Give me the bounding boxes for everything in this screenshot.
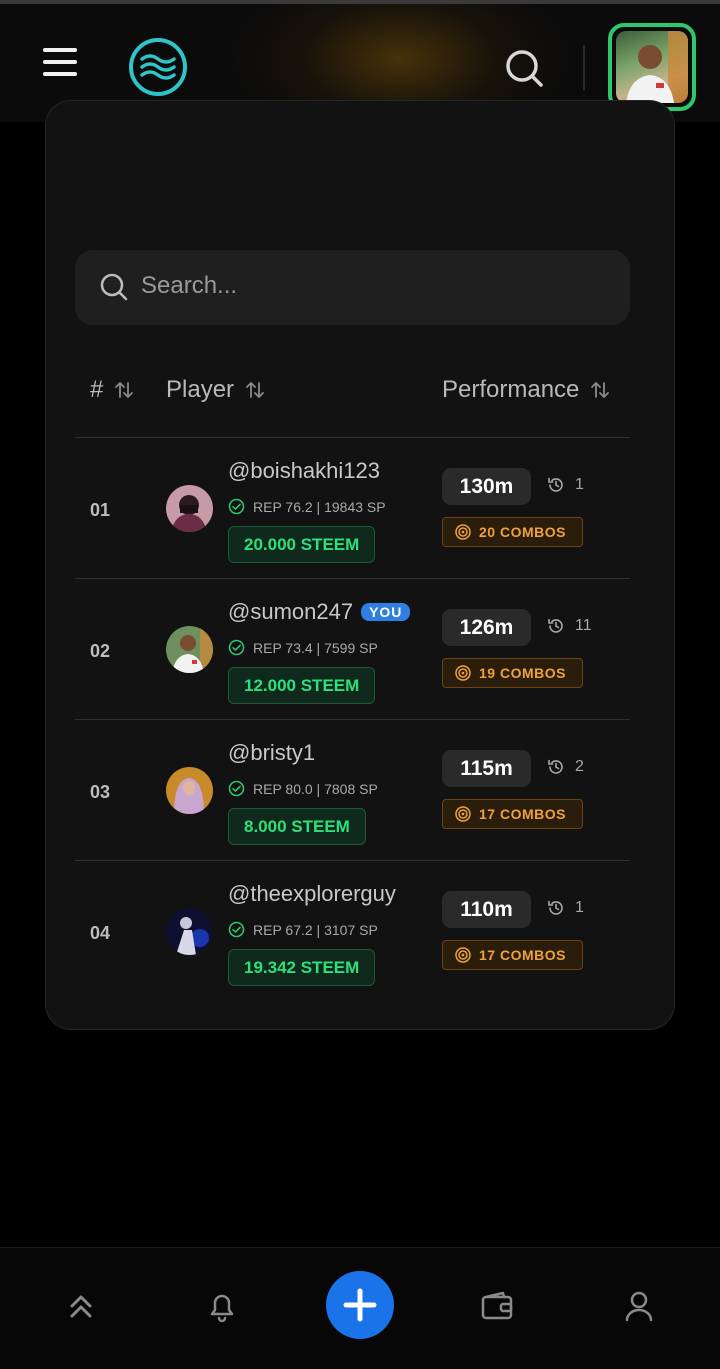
target-icon — [455, 806, 471, 822]
header-divider — [583, 45, 585, 90]
rank-number: 04 — [90, 923, 111, 943]
history-count: 1 — [547, 476, 584, 494]
reputation-info: REP 76.2 | 19843 SP — [228, 498, 386, 515]
player-column-header[interactable]: Player — [166, 376, 266, 404]
verified-check-icon — [228, 921, 245, 938]
sort-icon — [246, 382, 264, 398]
time-badge: 126m — [442, 609, 531, 646]
history-icon — [548, 759, 563, 774]
search-icon[interactable] — [502, 46, 546, 90]
time-badge: 110m — [442, 891, 531, 928]
sort-icon — [591, 382, 610, 398]
combos-badge: 17 COMBOS — [442, 799, 583, 829]
history-count: 11 — [547, 617, 592, 635]
avatar[interactable] — [166, 485, 213, 532]
rank-number: 03 — [90, 782, 111, 802]
steem-reward: 8.000 STEEM — [228, 808, 366, 845]
verified-check-icon — [228, 639, 245, 656]
rank-number: 01 — [90, 500, 111, 520]
plus-icon — [343, 1288, 377, 1322]
performance-column-header[interactable]: Performance — [442, 376, 611, 404]
user-profile-icon[interactable] — [619, 1286, 659, 1326]
target-icon — [455, 524, 471, 540]
rank-header-label: # — [90, 376, 104, 403]
avatar[interactable] — [166, 767, 213, 814]
history-icon — [548, 477, 563, 492]
reputation-info: REP 73.4 | 7599 SP — [228, 639, 378, 656]
history-icon — [548, 900, 563, 915]
waves-logo-icon[interactable] — [128, 37, 188, 97]
reputation-info: REP 80.0 | 7808 SP — [228, 780, 378, 797]
avatar — [616, 31, 688, 103]
you-badge: YOU — [361, 603, 411, 621]
avatar[interactable] — [166, 908, 213, 955]
user-avatar-button[interactable] — [608, 23, 696, 111]
verified-check-icon — [228, 498, 245, 515]
time-badge: 115m — [442, 750, 531, 787]
table-row[interactable]: 04 @theexplorerguy REP 67.2 | 3107 SP 19… — [75, 861, 630, 1002]
table-row[interactable]: 01 @boishakhi123 REP 76.2 | 19843 SP 20.… — [75, 438, 630, 579]
table-row[interactable]: 02 @sumon247 YOU REP 73.4 | 7599 SP 12.0… — [75, 579, 630, 720]
menu-button[interactable] — [40, 44, 80, 80]
avatar[interactable] — [166, 626, 213, 673]
search-field[interactable]: Search... — [75, 250, 630, 325]
steem-reward: 19.342 STEEM — [228, 949, 376, 986]
wallet-icon[interactable] — [477, 1286, 517, 1326]
combos-badge: 19 COMBOS — [442, 658, 583, 688]
bottom-navigation — [0, 1247, 720, 1369]
sort-icon — [115, 382, 134, 398]
target-icon — [455, 665, 471, 681]
reputation-info: REP 67.2 | 3107 SP — [228, 921, 378, 938]
player-username[interactable]: @bristy1 — [228, 740, 315, 766]
player-header-label: Player — [166, 376, 235, 403]
player-username[interactable]: @theexplorerguy — [228, 881, 396, 907]
create-button[interactable] — [326, 1271, 394, 1339]
history-count: 2 — [547, 758, 584, 776]
combos-badge: 20 COMBOS — [442, 517, 583, 547]
search-icon — [100, 273, 128, 301]
performance-header-label: Performance — [442, 376, 580, 403]
bell-icon[interactable] — [202, 1286, 242, 1326]
table-row[interactable]: 03 @bristy1 REP 80.0 | 7808 SP 8.000 STE… — [75, 720, 630, 861]
search-input[interactable]: Search... — [141, 272, 237, 300]
player-username[interactable]: @sumon247 YOU — [228, 599, 411, 625]
rank-number: 02 — [90, 641, 111, 661]
verified-check-icon — [228, 780, 245, 797]
history-count: 1 — [547, 899, 584, 917]
combos-badge: 17 COMBOS — [442, 940, 583, 970]
target-icon — [455, 947, 471, 963]
double-chevron-up-icon[interactable] — [61, 1286, 101, 1326]
player-username[interactable]: @boishakhi123 — [228, 458, 380, 484]
history-icon — [548, 618, 563, 633]
steem-reward: 12.000 STEEM — [228, 667, 376, 704]
time-badge: 130m — [442, 468, 531, 505]
steem-reward: 20.000 STEEM — [228, 526, 376, 563]
rank-column-header[interactable]: # — [90, 376, 135, 404]
